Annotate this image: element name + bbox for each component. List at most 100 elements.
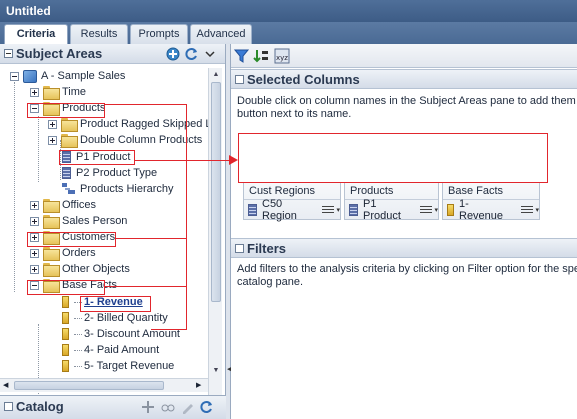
- annotation-line: [105, 104, 187, 105]
- highlight-revenue: [80, 296, 151, 312]
- column-name: 1- Revenue: [459, 198, 504, 222]
- folder-icon: [43, 263, 60, 277]
- folder-icon: [43, 247, 60, 261]
- tree-item-other-objects[interactable]: Other Objects: [30, 261, 130, 277]
- filters-header: Filters: [231, 238, 577, 258]
- column-icon: [248, 204, 257, 216]
- column-menu-icon[interactable]: [521, 205, 539, 215]
- subject-areas-title: Subject Areas: [16, 46, 103, 61]
- view-icon[interactable]: [160, 400, 176, 414]
- filter-icon[interactable]: [234, 48, 250, 64]
- highlight-products: [27, 103, 105, 118]
- tree-item-target-revenue[interactable]: 5- Target Revenue: [62, 358, 174, 374]
- subject-areas-header: Subject Areas: [0, 44, 225, 64]
- tab-strip: Criteria Results Prompts Advanced: [0, 22, 577, 45]
- selected-columns-help-1: Double click on column names in the Subj…: [237, 95, 577, 107]
- annotation-line: [151, 329, 187, 330]
- filters-title: Filters: [247, 241, 287, 256]
- highlight-p1-product: [59, 150, 135, 165]
- criteria-pane: xyz Selected Columns Double click on col…: [231, 44, 577, 419]
- sort-icon[interactable]: [253, 48, 269, 64]
- tree-item-time[interactable]: Time: [30, 84, 86, 100]
- tab-criteria[interactable]: Criteria: [4, 24, 68, 45]
- highlight-selected-columns: [238, 133, 548, 183]
- tree-item-offices[interactable]: Offices: [30, 197, 96, 213]
- selected-columns-help-2: button next to its name.: [237, 108, 352, 120]
- expand-icon[interactable]: [48, 135, 57, 145]
- column-name: C50 Region: [262, 198, 297, 222]
- move-icon[interactable]: [140, 400, 156, 414]
- scroll-left-icon[interactable]: ◀: [3, 381, 8, 389]
- selected-columns-title: Selected Columns: [247, 72, 360, 87]
- tree-item-p2-product-type[interactable]: P2 Product Type: [62, 165, 157, 181]
- measure-icon: [62, 344, 69, 356]
- collapse-icon[interactable]: [235, 244, 244, 253]
- measure-icon: [62, 328, 69, 340]
- expand-icon[interactable]: [30, 216, 39, 226]
- tree-item-orders[interactable]: Orders: [30, 245, 96, 261]
- subject-area-icon: [23, 69, 37, 83]
- measure-icon: [447, 204, 454, 216]
- tree-item-double-column[interactable]: Double Column Products: [48, 132, 202, 148]
- tree-item-products-hierarchy[interactable]: Products Hierarchy: [62, 181, 174, 197]
- measure-icon: [62, 296, 69, 308]
- tab-results[interactable]: Results: [70, 24, 128, 44]
- scroll-thumb[interactable]: [14, 381, 164, 390]
- column-menu-icon[interactable]: [420, 205, 438, 215]
- folder-icon: [61, 118, 78, 132]
- scroll-right-icon[interactable]: ▶: [196, 381, 201, 389]
- collapse-icon[interactable]: [235, 75, 244, 84]
- tree-item-billed-quantity[interactable]: 2- Billed Quantity: [62, 310, 168, 326]
- expand-icon[interactable]: [30, 248, 39, 258]
- collapse-icon[interactable]: [10, 71, 19, 81]
- tree-root[interactable]: A - Sample Sales: [10, 68, 125, 84]
- hierarchy-icon: [62, 183, 76, 195]
- expand-icon[interactable]: [30, 264, 39, 274]
- collapse-icon[interactable]: [4, 49, 13, 58]
- column-name: P1 Product: [363, 198, 401, 222]
- window-title: Untitled: [0, 0, 577, 22]
- highlight-base-facts: [27, 280, 105, 295]
- column-products[interactable]: Products P1 Product: [344, 182, 439, 222]
- expand-icon[interactable]: [48, 119, 57, 129]
- folder-icon: [43, 215, 60, 229]
- chevron-down-icon[interactable]: [205, 50, 215, 58]
- refresh-icon[interactable]: [200, 400, 214, 414]
- folder-icon: [43, 86, 60, 100]
- column-icon: [62, 167, 71, 179]
- refresh-icon[interactable]: [185, 47, 199, 61]
- horizontal-scrollbar[interactable]: ◀ ▶: [0, 378, 208, 392]
- tree-item-product-ragged[interactable]: Product Ragged Skipped L: [48, 116, 208, 132]
- catalog-header: Catalog: [0, 395, 226, 419]
- scroll-thumb[interactable]: [211, 82, 221, 302]
- arrow-head-icon: [229, 155, 238, 165]
- tab-prompts[interactable]: Prompts: [130, 24, 188, 44]
- expand-icon[interactable]: [30, 87, 39, 97]
- measure-icon: [62, 360, 69, 372]
- filters-help-1: Add filters to the analysis criteria by …: [237, 263, 577, 275]
- folder-icon: [43, 199, 60, 213]
- highlight-customers: [27, 232, 116, 247]
- edit-icon[interactable]: [181, 400, 195, 414]
- expand-icon[interactable]: [30, 200, 39, 210]
- catalog-title: Catalog: [16, 399, 64, 414]
- tree-item-paid-amount[interactable]: 4- Paid Amount: [62, 342, 159, 358]
- column-icon: [349, 204, 358, 216]
- column-menu-icon[interactable]: [322, 205, 340, 215]
- column-cust-regions[interactable]: Cust Regions C50 Region: [243, 182, 341, 222]
- tab-advanced[interactable]: Advanced: [190, 24, 252, 44]
- column-base-facts[interactable]: Base Facts 1- Revenue: [442, 182, 540, 222]
- selected-columns-header: Selected Columns: [231, 69, 577, 89]
- annotation-line: [115, 238, 187, 239]
- annotation-line: [105, 286, 187, 287]
- criteria-toolbar: xyz: [231, 44, 577, 68]
- scroll-down-icon[interactable]: ▼: [211, 366, 221, 376]
- svg-text:xyz: xyz: [276, 54, 288, 62]
- expand-icon[interactable]: [4, 402, 13, 411]
- add-subject-area-icon[interactable]: [166, 47, 180, 61]
- scroll-up-icon[interactable]: ▲: [211, 70, 221, 80]
- vertical-scrollbar[interactable]: ▲ ▼: [208, 68, 222, 395]
- tree-item-sales-person[interactable]: Sales Person: [30, 213, 127, 229]
- annotation-line: [186, 104, 187, 330]
- formula-icon[interactable]: xyz: [274, 48, 290, 64]
